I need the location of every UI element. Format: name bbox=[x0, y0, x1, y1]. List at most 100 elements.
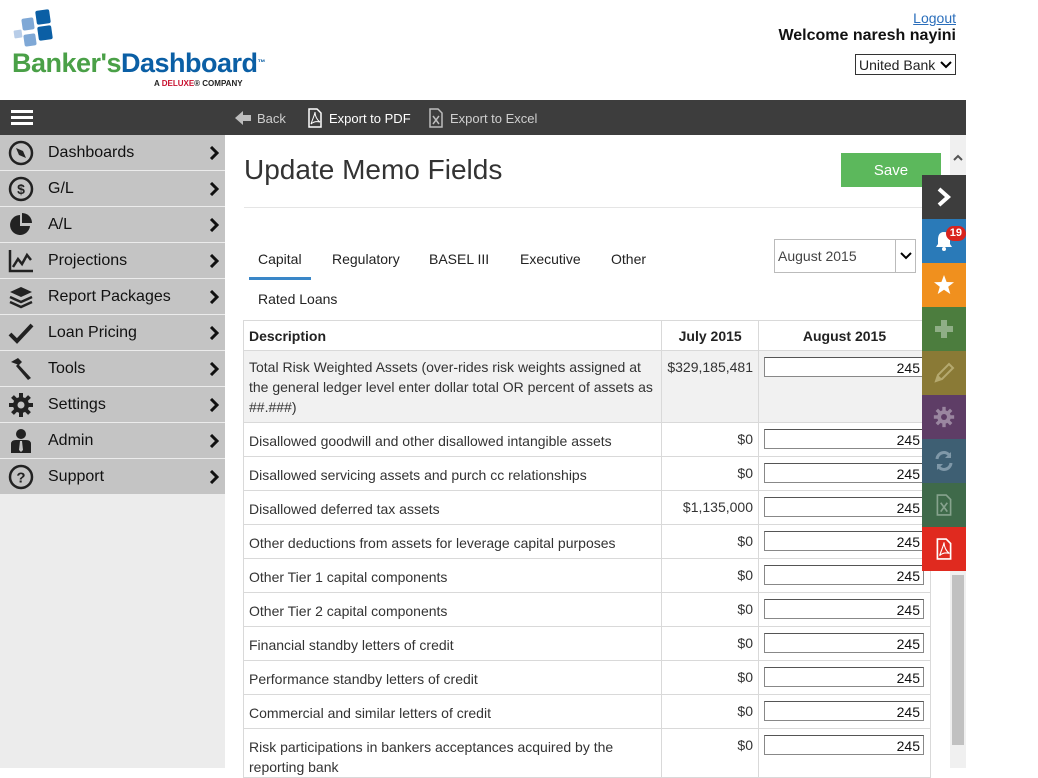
row-description: Other deductions from assets for leverag… bbox=[242, 524, 663, 559]
notifications-button[interactable]: 19 bbox=[922, 219, 966, 263]
check-icon bbox=[0, 315, 42, 350]
row-july-value: $0 bbox=[661, 660, 759, 695]
august-value-input[interactable] bbox=[764, 531, 924, 551]
notification-count-badge: 19 bbox=[945, 226, 966, 241]
chevron-right-icon bbox=[937, 187, 952, 207]
sidebar-item-tools[interactable]: Tools bbox=[0, 351, 225, 386]
column-header-description: Description bbox=[242, 320, 663, 351]
row-august-cell bbox=[758, 626, 931, 661]
tab-capital[interactable]: Capital bbox=[249, 239, 311, 280]
table-row: Disallowed deferred tax assets $1,135,00… bbox=[242, 490, 931, 525]
column-header-july: July 2015 bbox=[661, 320, 759, 351]
sidebar-item-label: Admin bbox=[48, 431, 94, 449]
chevron-right-icon bbox=[203, 469, 225, 484]
table-row: Other deductions from assets for leverag… bbox=[242, 524, 931, 559]
sidebar-item-label: Projections bbox=[48, 251, 128, 269]
sidebar-item-support[interactable]: ? Support bbox=[0, 459, 225, 494]
row-august-cell bbox=[758, 592, 931, 627]
chevron-right-icon bbox=[203, 433, 225, 448]
row-july-value: $0 bbox=[661, 592, 759, 627]
add-button[interactable] bbox=[922, 307, 966, 351]
chevron-down-icon bbox=[940, 60, 952, 68]
august-value-input[interactable] bbox=[764, 599, 924, 619]
august-value-input[interactable] bbox=[764, 429, 924, 449]
bank-select[interactable]: United Bank bbox=[855, 54, 956, 75]
logout-link[interactable]: Logout bbox=[913, 10, 956, 26]
chevron-right-icon bbox=[203, 397, 225, 412]
top-toolbar: Back Export to PDF Export to Excel bbox=[0, 100, 966, 135]
title-divider bbox=[244, 207, 941, 208]
table-row: Financial standby letters of credit $0 bbox=[242, 626, 931, 661]
sidebar-item-admin[interactable]: Admin bbox=[0, 423, 225, 458]
sidebar-item-dashboards[interactable]: Dashboards bbox=[0, 135, 225, 170]
chevron-right-icon bbox=[203, 289, 225, 304]
sidebar-item-settings[interactable]: Settings bbox=[0, 387, 225, 422]
table-header-row: Description July 2015 August 2015 bbox=[242, 320, 931, 351]
dock-excel-button[interactable] bbox=[922, 483, 966, 527]
tab-basel-iii[interactable]: BASEL III bbox=[420, 239, 498, 277]
back-button[interactable]: Back bbox=[233, 108, 286, 128]
row-description: Financial standby letters of credit bbox=[242, 626, 663, 661]
collapse-dock-button[interactable] bbox=[922, 175, 966, 219]
export-excel-label: Export to Excel bbox=[450, 110, 538, 126]
sidebar-nav: Dashboards $ G/L A/L Projections Report … bbox=[0, 135, 225, 768]
row-july-value: $0 bbox=[661, 422, 759, 457]
august-value-input[interactable] bbox=[764, 701, 924, 721]
gear-icon bbox=[0, 387, 42, 422]
row-july-value: $0 bbox=[661, 728, 759, 778]
table-row: Commercial and similar letters of credit… bbox=[242, 694, 931, 729]
sidebar-item-label: A/L bbox=[48, 215, 73, 233]
refresh-button[interactable] bbox=[922, 439, 966, 483]
sidebar-item-loan-pricing[interactable]: Loan Pricing bbox=[0, 315, 225, 350]
bankers-dashboard-logo[interactable]: Banker'sDashboard™ A DELUXE® COMPANY bbox=[10, 8, 270, 92]
logo-wordmark: Banker'sDashboard™ bbox=[12, 48, 266, 78]
column-header-august: August 2015 bbox=[758, 320, 931, 351]
august-value-input[interactable] bbox=[764, 463, 924, 483]
august-value-input[interactable] bbox=[764, 497, 924, 517]
august-value-input[interactable] bbox=[764, 735, 924, 755]
sidebar-item-label: Report Packages bbox=[48, 287, 171, 305]
dock-pdf-button[interactable] bbox=[922, 527, 966, 571]
month-select[interactable]: August 2015 bbox=[774, 239, 916, 273]
row-description: Risk participations in bankers acceptanc… bbox=[242, 728, 663, 778]
edit-button[interactable] bbox=[922, 351, 966, 395]
august-value-input[interactable] bbox=[764, 565, 924, 585]
pdf-file-icon bbox=[308, 108, 322, 128]
tab-executive[interactable]: Executive bbox=[511, 239, 590, 277]
dollar-icon: $ bbox=[0, 171, 42, 206]
row-august-cell bbox=[758, 728, 931, 778]
hammer-icon bbox=[0, 351, 42, 386]
chevron-right-icon bbox=[203, 361, 225, 376]
page-title: Update Memo Fields bbox=[244, 154, 503, 185]
back-label: Back bbox=[257, 110, 286, 126]
august-value-input[interactable] bbox=[764, 667, 924, 687]
export-excel-button[interactable]: Export to Excel bbox=[426, 108, 537, 128]
memo-fields-table: Description July 2015 August 2015 Total … bbox=[242, 320, 931, 778]
tab-rated-loans[interactable]: Rated Loans bbox=[249, 279, 346, 317]
excel-file-icon bbox=[429, 108, 443, 128]
row-august-cell bbox=[758, 490, 931, 525]
hamburger-menu-icon[interactable] bbox=[11, 110, 33, 126]
main-content: Update Memo Fields Save Capital Regulato… bbox=[225, 135, 950, 778]
tab-other[interactable]: Other bbox=[602, 239, 655, 277]
sidebar-item-label: Loan Pricing bbox=[48, 323, 137, 341]
sidebar-item-projections[interactable]: Projections bbox=[0, 243, 225, 278]
row-july-value: $0 bbox=[661, 456, 759, 491]
sidebar-item-gl[interactable]: $ G/L bbox=[0, 171, 225, 206]
scroll-up-arrow-icon[interactable] bbox=[950, 150, 966, 164]
welcome-text: Welcome naresh nayini bbox=[778, 27, 956, 44]
export-pdf-button[interactable]: Export to PDF bbox=[305, 108, 411, 128]
august-value-input[interactable] bbox=[764, 633, 924, 653]
refresh-icon bbox=[935, 451, 953, 471]
excel-icon bbox=[936, 494, 952, 516]
august-value-input[interactable] bbox=[764, 357, 924, 377]
favorites-button[interactable] bbox=[922, 263, 966, 307]
gear-icon bbox=[933, 406, 955, 428]
logo-squares-icon bbox=[13, 9, 53, 47]
sidebar-item-report-packages[interactable]: Report Packages bbox=[0, 279, 225, 314]
tab-regulatory[interactable]: Regulatory bbox=[323, 239, 409, 277]
row-description: Performance standby letters of credit bbox=[242, 660, 663, 695]
dock-settings-button[interactable] bbox=[922, 395, 966, 439]
scrollbar-thumb[interactable] bbox=[952, 575, 964, 745]
sidebar-item-al[interactable]: A/L bbox=[0, 207, 225, 242]
